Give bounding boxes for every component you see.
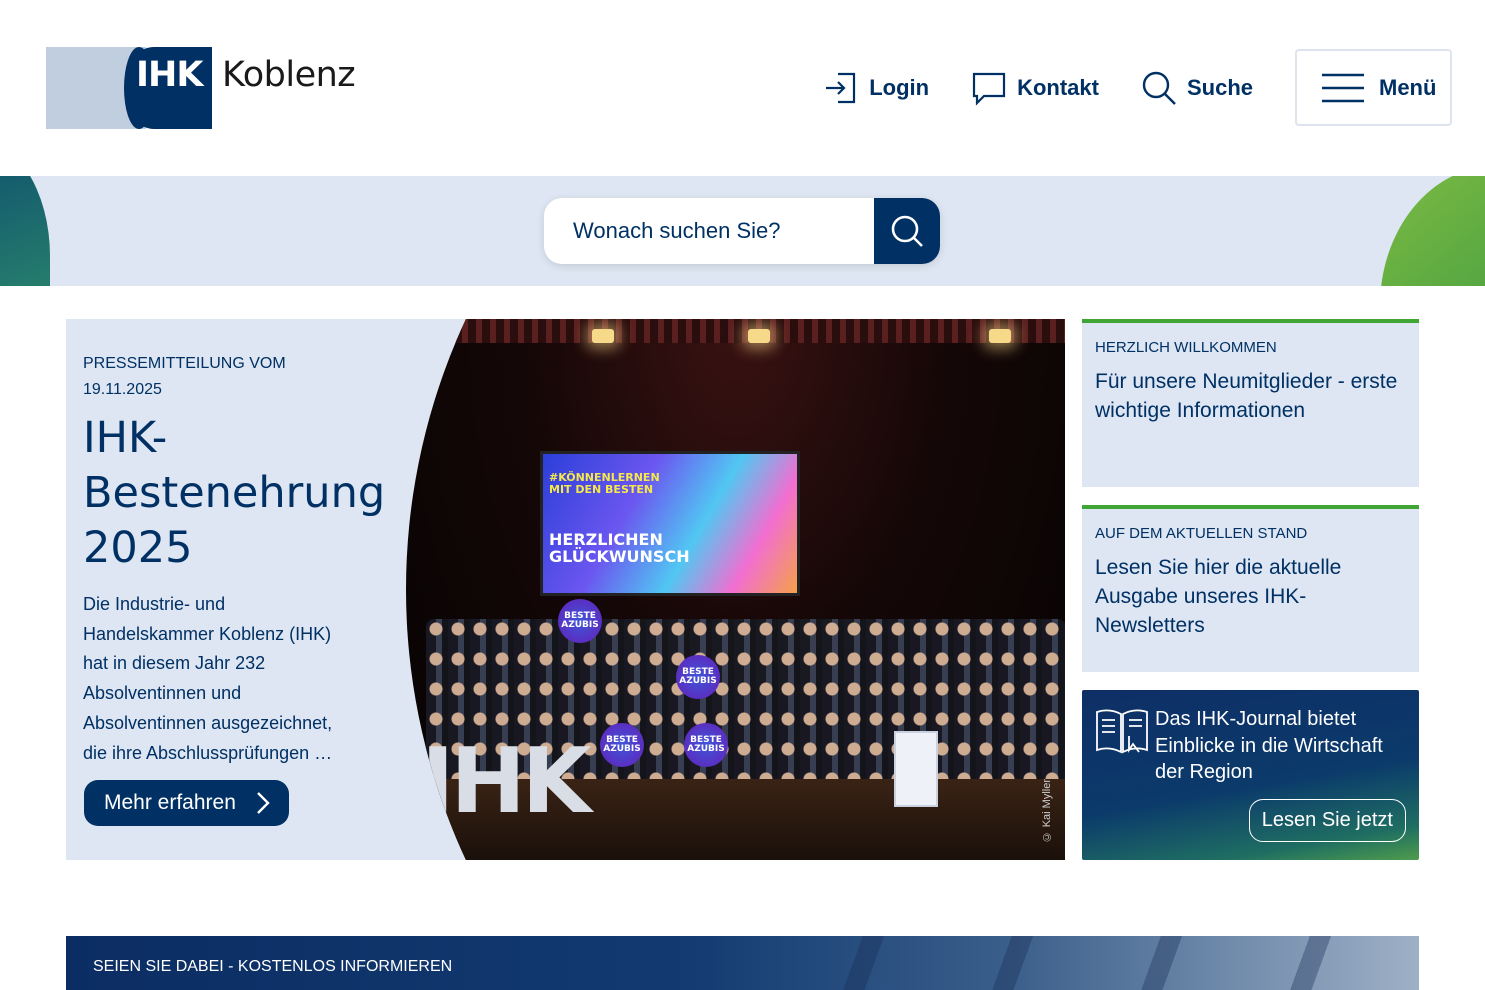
search-icon	[1142, 71, 1176, 105]
card-newsletter[interactable]: AUF DEM AKTUELLEN STAND Lesen Sie hier d…	[1082, 505, 1419, 672]
mehr-erfahren-label: Mehr erfahren	[104, 791, 236, 814]
ihk-koblenz-logo[interactable]: IHK Koblenz	[46, 47, 356, 129]
chevron-right-icon	[257, 792, 270, 814]
decorative-shape-left	[0, 176, 50, 286]
search-input[interactable]	[544, 198, 874, 264]
mehr-erfahren-button[interactable]: Mehr erfahren	[84, 780, 289, 826]
kontakt-label: Kontakt	[1017, 74, 1099, 100]
speech-bubble-icon	[972, 72, 1006, 106]
teaser-label: SEIEN SIE DABEI - KOSTENLOS INFORMIEREN	[93, 958, 453, 975]
lesen-sie-jetzt-button[interactable]: Lesen Sie jetzt	[1248, 799, 1406, 842]
login-link[interactable]: Login	[823, 70, 929, 106]
site-header: IHK Koblenz Login Kontakt Suche Menü	[0, 0, 1485, 176]
menu-label: Menü	[1379, 74, 1437, 100]
hero-teaser: #KÖNNENLERNEN MIT DEN BESTEN HERZLICHEN …	[66, 319, 1065, 860]
event-teaser-banner[interactable]: SEIEN SIE DABEI - KOSTENLOS INFORMIEREN	[66, 936, 1419, 990]
search-band	[0, 176, 1485, 286]
kontakt-link[interactable]: Kontakt	[971, 70, 1099, 106]
badge: BESTE AZUBIS	[600, 723, 644, 767]
logo-city-text: Koblenz	[222, 55, 356, 95]
hamburger-icon	[1322, 73, 1364, 102]
badge: BESTE AZUBIS	[684, 723, 728, 767]
hero-description: Die Industrie- und Handelskammer Koblenz…	[83, 594, 333, 763]
journal-text: Das IHK-Journal bietet Einblicke in die …	[1155, 708, 1383, 783]
hero-kicker: PRESSEMITTEILUNG VOM 19.11.2025	[83, 355, 286, 398]
logo-mark: IHK	[46, 47, 212, 129]
badge: BESTE AZUBIS	[676, 655, 720, 699]
card-title: Lesen Sie hier die aktuelle Ausgabe unse…	[1095, 556, 1342, 637]
podium	[894, 731, 938, 807]
login-icon	[826, 72, 856, 103]
search-icon	[891, 215, 923, 247]
card-kicker: AUF DEM AKTUELLEN STAND	[1095, 525, 1308, 542]
badge: BESTE AZUBIS	[558, 599, 602, 643]
decorative-shape-right	[1380, 176, 1485, 286]
login-label: Login	[869, 74, 930, 100]
search-submit-button[interactable]	[874, 198, 940, 264]
hero-title: IHK-Bestenehrung 2025	[83, 413, 386, 573]
open-book-icon	[1096, 709, 1148, 754]
hero-text: PRESSEMITTEILUNG VOM 19.11.2025 IHK-Best…	[83, 351, 386, 768]
card-kicker: HERZLICH WILLKOMMEN	[1095, 339, 1277, 356]
projection-screen: #KÖNNENLERNEN MIT DEN BESTEN HERZLICHEN …	[540, 451, 800, 596]
hero-photo: #KÖNNENLERNEN MIT DEN BESTEN HERZLICHEN …	[406, 319, 1065, 860]
logo-ihk-text: IHK	[136, 55, 203, 95]
ihk-journal-teaser: Das IHK-Journal bietet Einblicke in die …	[1082, 690, 1419, 860]
top-navigation: Login Kontakt Suche Menü	[823, 49, 1452, 126]
card-title: Für unsere Neumitglieder - erste wichtig…	[1095, 370, 1398, 422]
stage-letters: IHK	[421, 729, 592, 834]
card-neumitglieder[interactable]: HERZLICH WILLKOMMEN Für unsere Neumitgli…	[1082, 319, 1419, 487]
suche-label: Suche	[1186, 74, 1253, 100]
search-form	[544, 198, 940, 264]
photo-credit: © Kai Myller	[1041, 778, 1053, 842]
menu-button[interactable]: Menü	[1295, 49, 1452, 126]
suche-link[interactable]: Suche	[1141, 70, 1253, 106]
